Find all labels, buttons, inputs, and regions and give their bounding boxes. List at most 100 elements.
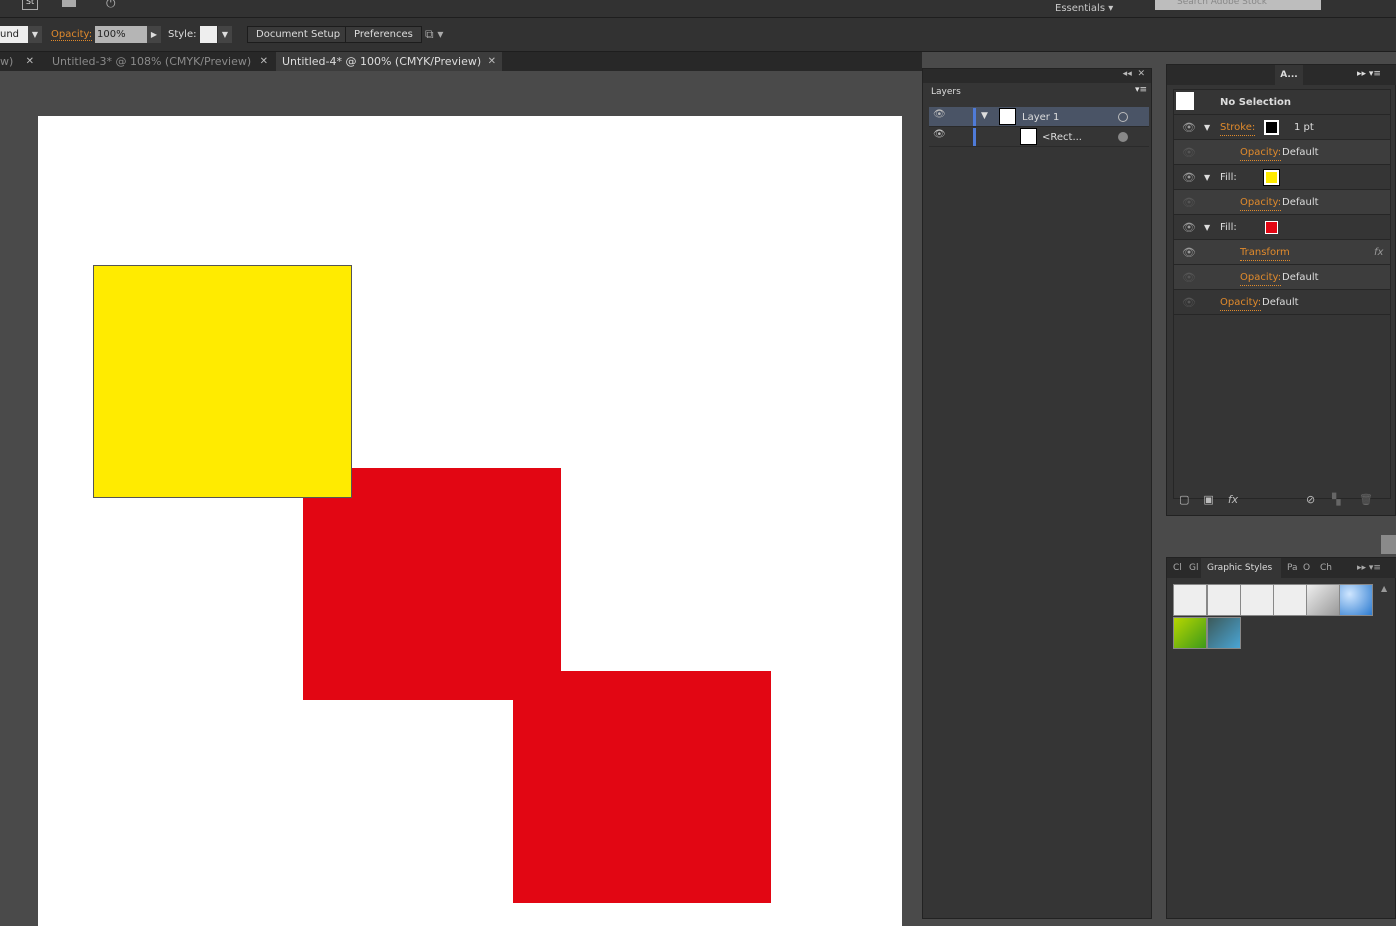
transform-link[interactable]: Transform <box>1240 246 1290 261</box>
transform-effect-row[interactable]: 👁 Transform fx <box>1174 240 1390 265</box>
tab-graphic-styles[interactable]: Graphic Styles <box>1201 558 1281 578</box>
red-rectangle[interactable] <box>513 671 771 903</box>
style-swatch-shadow[interactable] <box>1207 584 1241 616</box>
tab-previous[interactable]: w) ✕ <box>0 52 40 71</box>
opacity-label[interactable]: Opacity: <box>1240 271 1282 286</box>
clear-appearance-icon[interactable]: ⊘ <box>1306 493 1315 506</box>
delete-icon[interactable]: 🗑 <box>1359 493 1373 506</box>
eye-icon[interactable]: 👁 <box>1182 190 1196 215</box>
opacity-label[interactable]: Opacity: <box>51 29 93 41</box>
duplicate-item-icon[interactable]: ▚ <box>1332 493 1340 506</box>
fill-swatch-red[interactable] <box>1265 221 1278 234</box>
opacity-row[interactable]: 👁 Opacity: Default <box>1174 190 1390 215</box>
expand-triangle-icon[interactable]: ▼ <box>981 111 988 121</box>
control-bar: und ▼ Opacity: 100% ▶ Style: ▼ Document … <box>0 18 1396 52</box>
sync-icon[interactable]: ⏻ <box>106 0 116 11</box>
scroll-up-icon[interactable]: ▲ <box>1381 584 1387 593</box>
style-swatch[interactable] <box>200 26 217 43</box>
opacity-input[interactable]: 100% <box>95 26 147 43</box>
fill-row[interactable]: 👁 ▼ Fill: <box>1174 215 1390 240</box>
close-icon[interactable]: ✕ <box>260 52 268 71</box>
layer-thumbnail <box>999 108 1016 125</box>
opacity-row[interactable]: 👁 Opacity: Default <box>1174 140 1390 165</box>
search-stock-input[interactable]: Search Adobe Stock <box>1155 0 1321 10</box>
fill-swatch-yellow[interactable] <box>1263 169 1280 186</box>
layer-name[interactable]: Layer 1 <box>1022 112 1059 123</box>
eye-icon[interactable]: 👁 <box>1182 165 1196 190</box>
fx-icon: fx <box>1374 247 1384 258</box>
tab-o[interactable]: O <box>1303 558 1310 578</box>
style-swatch-blue-pattern[interactable] <box>1207 617 1241 649</box>
tab-color[interactable]: Cl <box>1173 558 1182 578</box>
style-swatch-basic[interactable] <box>1240 584 1274 616</box>
workspace-switcher[interactable]: Essentials ▾ <box>1055 2 1145 16</box>
expand-triangle-icon[interactable]: ▼ <box>1204 115 1210 140</box>
style-swatch-green-pattern[interactable] <box>1173 617 1207 649</box>
stroke-label[interactable]: Stroke: <box>1220 121 1256 136</box>
eye-icon[interactable]: 👁 <box>1182 215 1196 240</box>
collapse-icon[interactable]: ◂◂ <box>1123 69 1132 79</box>
style-swatch-default[interactable] <box>1173 584 1207 616</box>
target-circle-icon[interactable] <box>1118 132 1128 142</box>
close-icon[interactable]: ✕ <box>1137 69 1145 79</box>
object-thumbnail <box>1020 128 1037 145</box>
tab-untitled-3[interactable]: Untitled-3* @ 108% (CMYK/Preview) ✕ <box>46 52 274 71</box>
tab-appearance[interactable]: A... <box>1275 65 1303 85</box>
yellow-rectangle[interactable] <box>93 265 352 498</box>
eye-icon[interactable]: 👁 <box>933 109 946 120</box>
style-swatch-frames[interactable] <box>1273 584 1307 616</box>
object-name[interactable]: <Rect... <box>1042 132 1082 143</box>
tab-untitled-4[interactable]: Untitled-4* @ 100% (CMYK/Preview) ✕ <box>276 52 502 71</box>
opacity-label[interactable]: Opacity: <box>1220 296 1262 311</box>
add-stroke-icon[interactable]: ▢ <box>1179 493 1189 506</box>
expand-triangle-icon[interactable]: ▼ <box>1204 165 1210 190</box>
opacity-row[interactable]: 👁 Opacity: Default <box>1174 265 1390 290</box>
opacity-row[interactable]: 👁 Opacity: Default <box>1174 290 1390 315</box>
eye-icon[interactable]: 👁 <box>1182 115 1196 140</box>
add-fill-icon[interactable]: ▣ <box>1203 493 1213 506</box>
selection-thumbnail <box>1176 92 1194 110</box>
layer-row[interactable]: 👁 ▼ Layer 1 <box>929 107 1149 127</box>
close-icon[interactable]: ✕ <box>26 52 34 71</box>
opacity-label[interactable]: Opacity: <box>1240 146 1282 161</box>
scrollbar[interactable] <box>1381 535 1396 554</box>
opacity-value: Default <box>1262 297 1299 308</box>
stock-icon[interactable]: St <box>22 0 38 10</box>
tab-pathfinder[interactable]: Pa <box>1287 558 1298 578</box>
select-similar-icon[interactable]: ⧉ ▾ <box>425 27 443 42</box>
panel-tab-strip: Cl Gl Graphic Styles Pa O Ch ▸▸ ▾≡ <box>1167 558 1396 578</box>
blend-dropdown[interactable]: ▼ <box>28 26 42 43</box>
style-swatch-blue[interactable] <box>1339 584 1373 616</box>
tab-character[interactable]: Ch <box>1320 558 1332 578</box>
document-setup-button[interactable]: Document Setup <box>247 26 350 43</box>
stroke-weight[interactable]: 1 pt <box>1294 115 1314 140</box>
fill-row[interactable]: 👁 ▼ Fill: <box>1174 165 1390 190</box>
layer-row[interactable]: 👁 <Rect... <box>929 127 1149 147</box>
stroke-swatch[interactable] <box>1264 120 1279 135</box>
style-swatch-bevel[interactable] <box>1306 584 1340 616</box>
tab-color-guide[interactable]: Gl <box>1189 558 1198 578</box>
close-icon[interactable]: ✕ <box>488 52 496 71</box>
tab-layers[interactable]: Layers <box>926 83 970 102</box>
panel-menu-icon[interactable]: ▸▸ ▾≡ <box>1357 558 1381 578</box>
expand-triangle-icon[interactable]: ▼ <box>1204 215 1210 240</box>
eye-icon[interactable]: 👁 <box>933 129 946 140</box>
layer-color <box>973 128 976 146</box>
opacity-label[interactable]: Opacity: <box>1240 196 1282 211</box>
eye-icon[interactable]: 👁 <box>1182 140 1196 165</box>
target-circle-icon[interactable] <box>1118 112 1128 122</box>
eye-icon[interactable]: 👁 <box>1182 265 1196 290</box>
red-rectangle[interactable] <box>303 468 561 700</box>
eye-icon[interactable]: 👁 <box>1182 240 1196 265</box>
add-effect-icon[interactable]: fx <box>1228 493 1238 506</box>
opacity-slider-arrow[interactable]: ▶ <box>147 26 161 43</box>
panel-menu-icon[interactable]: ▸▸ ▾≡ <box>1357 69 1381 79</box>
style-dropdown[interactable]: ▼ <box>218 26 232 43</box>
stroke-row[interactable]: 👁 ▼ Stroke: 1 pt <box>1174 115 1390 140</box>
appearance-footer: ▢ ▣ fx ⊘ ▚ 🗑 <box>1179 493 1389 506</box>
arrange-documents-icon[interactable] <box>62 0 76 7</box>
blend-field[interactable]: und <box>0 26 28 43</box>
panel-menu-icon[interactable]: ▾≡ <box>1135 85 1147 95</box>
eye-icon[interactable]: 👁 <box>1182 290 1196 315</box>
preferences-button[interactable]: Preferences <box>345 26 422 43</box>
